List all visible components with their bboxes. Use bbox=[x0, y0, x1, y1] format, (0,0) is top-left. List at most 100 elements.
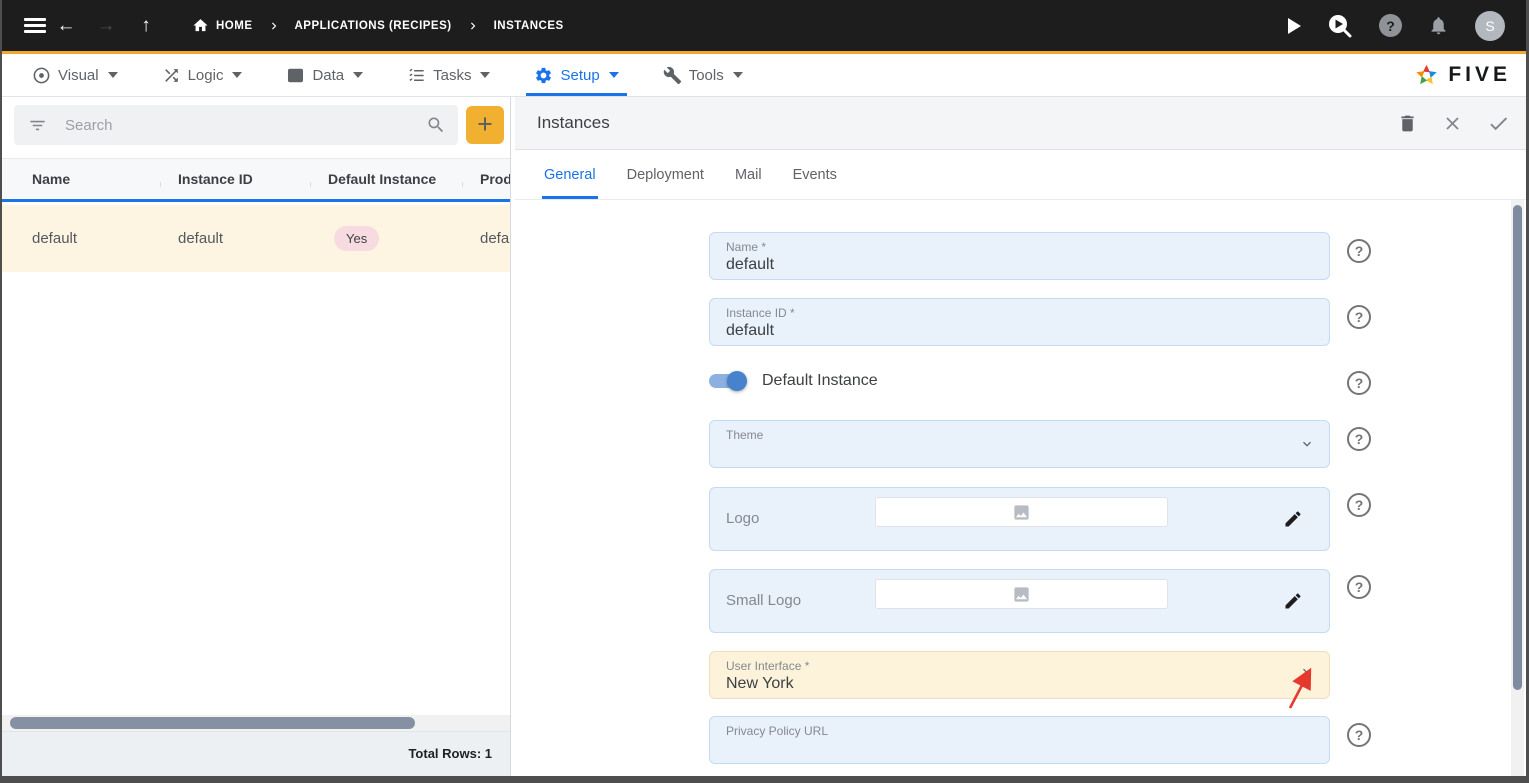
save-check-icon[interactable] bbox=[1487, 112, 1510, 135]
filter-icon[interactable] bbox=[28, 116, 47, 135]
menu-icon[interactable] bbox=[24, 14, 46, 36]
help-circle-icon[interactable]: ? bbox=[1347, 493, 1371, 517]
help-circle-icon[interactable]: ? bbox=[1347, 427, 1371, 451]
menu-item-tasks[interactable]: Tasks bbox=[405, 54, 492, 96]
add-record-button[interactable]: + bbox=[466, 106, 504, 144]
cell-default-instance: Yes bbox=[310, 226, 462, 251]
small-logo-upload-box[interactable] bbox=[875, 579, 1168, 609]
v-scrollbar-thumb[interactable] bbox=[1513, 205, 1522, 690]
h-scrollbar-thumb[interactable] bbox=[10, 717, 415, 729]
field-label: Privacy Policy URL bbox=[710, 717, 1329, 738]
menu-item-logic[interactable]: Logic bbox=[160, 54, 245, 96]
data-icon bbox=[286, 66, 305, 85]
menu-item-label: Logic bbox=[188, 67, 224, 84]
page-title: Instances bbox=[537, 113, 610, 133]
field-label: Name * bbox=[710, 233, 1329, 254]
run-icon[interactable] bbox=[1288, 18, 1301, 34]
help-circle-icon[interactable]: ? bbox=[1347, 305, 1371, 329]
help-circle-icon[interactable]: ? bbox=[1347, 575, 1371, 599]
topbar-accent-bar bbox=[0, 51, 1529, 54]
visual-icon bbox=[32, 66, 51, 85]
toggle-knob bbox=[727, 371, 747, 391]
cell-name: default bbox=[2, 230, 160, 247]
window-border-left bbox=[0, 0, 2, 783]
breadcrumb-item[interactable]: APPLICATIONS (RECIPES) bbox=[295, 20, 452, 32]
search-input[interactable] bbox=[65, 117, 426, 134]
notifications-icon[interactable] bbox=[1428, 15, 1449, 36]
detail-panel: Instances General Deployment Mail Events… bbox=[515, 97, 1526, 776]
help-circle-icon[interactable]: ? bbox=[1347, 239, 1371, 263]
up-arrow-icon[interactable]: ↑ bbox=[126, 15, 166, 37]
breadcrumb-home[interactable]: HOME bbox=[192, 17, 253, 34]
column-header-default-instance[interactable]: Default Instance bbox=[310, 171, 462, 187]
window-scrollbar-bottom[interactable] bbox=[0, 776, 1529, 783]
toggle-label: Default Instance bbox=[762, 372, 878, 390]
menu-item-setup[interactable]: Setup bbox=[532, 54, 620, 96]
back-arrow-icon[interactable]: ← bbox=[46, 15, 86, 37]
name-field[interactable]: Name * default bbox=[709, 232, 1330, 280]
tasks-icon bbox=[407, 66, 426, 85]
menu-item-data[interactable]: Data bbox=[284, 54, 365, 96]
logo-upload-box[interactable] bbox=[875, 497, 1168, 527]
field-label: Instance ID * bbox=[710, 299, 1329, 320]
field-value: New York bbox=[710, 673, 1329, 693]
search-box[interactable] bbox=[14, 105, 458, 145]
caret-down-icon bbox=[108, 72, 118, 78]
field-value: default bbox=[710, 254, 1329, 274]
breadcrumb-item[interactable]: INSTANCES bbox=[494, 20, 564, 32]
top-bar: ← → ↑ HOME APPLICATIONS (RECIPES) INSTAN… bbox=[0, 0, 1529, 51]
field-value: default bbox=[710, 320, 1329, 340]
avatar[interactable]: S bbox=[1475, 11, 1505, 41]
column-header-instance-id[interactable]: Instance ID bbox=[160, 171, 310, 187]
breadcrumb-item[interactable]: HOME bbox=[216, 20, 253, 32]
chevron-down-icon[interactable] bbox=[1299, 663, 1315, 679]
field-label: User Interface * bbox=[710, 652, 1329, 673]
horizontal-scrollbar[interactable] bbox=[2, 715, 510, 731]
records-panel: + Name Instance ID Default Instance Prod… bbox=[2, 97, 511, 776]
table-row[interactable]: default default Yes default bbox=[2, 205, 510, 272]
column-header-name[interactable]: Name bbox=[2, 171, 160, 187]
search-icon[interactable] bbox=[426, 115, 446, 135]
logo-field[interactable]: Logo bbox=[709, 487, 1330, 551]
menu-item-tools[interactable]: Tools bbox=[661, 54, 745, 96]
tab-general[interactable]: General bbox=[544, 150, 596, 199]
edit-icon[interactable] bbox=[1283, 509, 1303, 529]
search-row: + bbox=[2, 97, 510, 153]
small-logo-field[interactable]: Small Logo bbox=[709, 569, 1330, 633]
status-badge: Yes bbox=[334, 226, 379, 251]
caret-down-icon bbox=[480, 72, 490, 78]
theme-select[interactable]: Theme bbox=[709, 420, 1330, 468]
total-rows-label: Total Rows: 1 bbox=[2, 731, 510, 776]
delete-icon[interactable] bbox=[1397, 113, 1418, 134]
tab-deployment[interactable]: Deployment bbox=[627, 150, 704, 199]
user-interface-select[interactable]: User Interface * New York bbox=[709, 651, 1330, 699]
cell-instance-id: default bbox=[160, 230, 310, 247]
home-icon bbox=[192, 17, 209, 34]
tab-events[interactable]: Events bbox=[793, 150, 837, 199]
image-placeholder-icon bbox=[1012, 585, 1031, 604]
tab-bar: General Deployment Mail Events bbox=[515, 150, 1526, 200]
brand-wordmark: FIVE bbox=[1448, 63, 1511, 87]
help-circle-icon[interactable]: ? bbox=[1347, 371, 1371, 395]
menu-item-visual[interactable]: Visual bbox=[30, 54, 120, 96]
instance-id-field[interactable]: Instance ID * default bbox=[709, 298, 1330, 346]
tab-mail[interactable]: Mail bbox=[735, 150, 762, 199]
breadcrumb-chevron-icon bbox=[466, 19, 480, 33]
column-header-prod[interactable]: Prod bbox=[462, 171, 510, 187]
caret-down-icon bbox=[232, 72, 242, 78]
help-icon[interactable]: ? bbox=[1379, 14, 1402, 37]
menu-item-label: Tools bbox=[689, 67, 724, 84]
table-header: Name Instance ID Default Instance Prod bbox=[2, 158, 510, 202]
caret-down-icon bbox=[733, 72, 743, 78]
menu-item-label: Visual bbox=[58, 67, 99, 84]
chevron-down-icon[interactable] bbox=[1299, 436, 1315, 452]
vertical-scrollbar[interactable] bbox=[1511, 200, 1524, 776]
help-circle-icon[interactable]: ? bbox=[1347, 723, 1371, 747]
menu-item-label: Setup bbox=[560, 67, 599, 84]
privacy-policy-url-field[interactable]: Privacy Policy URL bbox=[709, 716, 1330, 764]
edit-icon[interactable] bbox=[1283, 591, 1303, 611]
preview-icon[interactable] bbox=[1327, 13, 1353, 39]
close-icon[interactable] bbox=[1442, 113, 1463, 134]
default-instance-toggle[interactable] bbox=[709, 374, 744, 388]
menu-item-label: Tasks bbox=[433, 67, 471, 84]
